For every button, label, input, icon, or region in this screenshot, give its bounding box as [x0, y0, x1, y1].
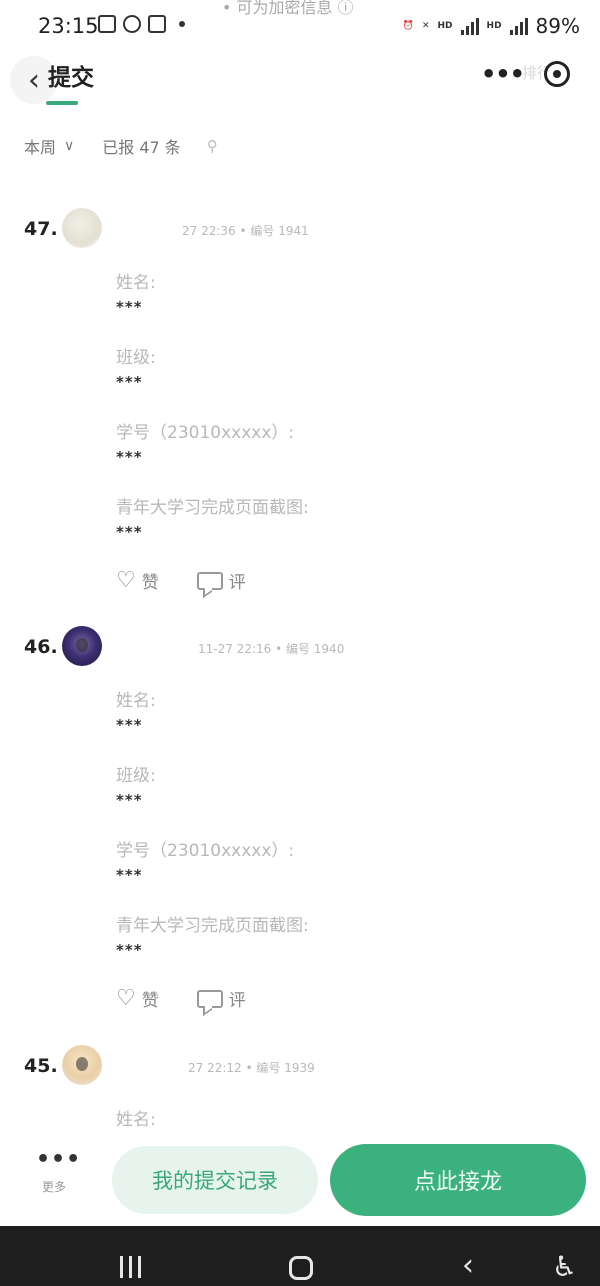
hd-icon-2: HD	[486, 21, 502, 31]
status-right: ⏰ ✕ HD HD 89%	[403, 14, 580, 38]
field-value: ***	[116, 523, 143, 541]
entry-meta: 11-27 22:16 • 编号 1940	[198, 642, 345, 656]
comment-label: 评	[228, 991, 246, 1011]
comment-label: 评	[228, 573, 246, 593]
entry-number: 45.	[24, 1055, 58, 1077]
like-label: 赞	[141, 991, 159, 1011]
tab-submit[interactable]: 提交	[48, 58, 94, 92]
field-label: 学号（23010xxxxx）:	[116, 423, 295, 443]
period-label: 本周	[24, 138, 57, 157]
entry-meta: 27 22:36 • 编号 1941	[182, 224, 309, 238]
entry-number: 46.	[24, 636, 58, 658]
system-nav-bar: ‹ ♿	[0, 1226, 600, 1286]
like-label: 赞	[141, 573, 159, 593]
close-target-icon[interactable]	[544, 61, 570, 87]
like-button[interactable]: ♡ 赞	[116, 986, 159, 1011]
submission-count: 已报 47 条	[102, 138, 181, 157]
field-student-id: 学号（23010xxxxx）: ***	[116, 422, 309, 497]
field-name: 姓名: ***	[116, 272, 309, 347]
gallery-icon	[98, 15, 116, 33]
entry-actions: ♡ 赞 评	[116, 568, 246, 593]
field-value: ***	[116, 791, 143, 809]
status-notice: • 可为加密信息 ⓘ	[222, 0, 354, 17]
status-left-icons	[98, 15, 185, 33]
period-dropdown[interactable]: 本周 ∨	[24, 134, 74, 158]
field-label: 班级:	[116, 766, 156, 786]
field-screenshot: 青年大学习完成页面截图: ***	[116, 915, 309, 990]
person-icon[interactable]: ⚲	[207, 137, 218, 155]
chevron-down-icon: ∨	[64, 138, 75, 154]
field-class: 班级: ***	[116, 765, 309, 840]
avatar[interactable]	[62, 1045, 102, 1085]
signal-icon	[460, 17, 479, 35]
field-label: 青年大学习完成页面截图:	[116, 498, 309, 518]
field-value: ***	[116, 373, 143, 391]
field-value: ***	[116, 866, 143, 884]
my-records-button[interactable]: 我的提交记录	[112, 1146, 318, 1214]
field-label: 姓名:	[116, 273, 156, 293]
entry-fields: 姓名: *** 班级: *** 学号（23010xxxxx）: *** 青年大学…	[116, 272, 309, 572]
status-time: 23:15	[38, 14, 99, 38]
minus-circle-icon	[123, 15, 141, 33]
entry-number: 47.	[24, 218, 58, 240]
filter-row: 本周 ∨ 已报 47 条 ⚲	[24, 134, 218, 158]
header: ‹ 提交 排行 •••	[0, 52, 600, 110]
field-name: 姓名: ***	[116, 690, 309, 765]
more-button[interactable]: ••• 更多	[36, 1147, 82, 1195]
field-class: 班级: ***	[116, 347, 309, 422]
heart-icon: ♡	[116, 567, 136, 593]
field-label: 班级:	[116, 348, 156, 368]
battery-level: 89%	[535, 14, 580, 38]
more-dots-icon: •••	[36, 1147, 82, 1172]
home-icon[interactable]	[289, 1256, 313, 1280]
field-value: ***	[116, 298, 143, 316]
field-label: 青年大学习完成页面截图:	[116, 916, 309, 936]
mute-icon: ✕	[421, 21, 430, 31]
comment-button[interactable]: 评	[196, 986, 246, 1011]
comment-icon	[196, 989, 223, 1008]
field-value: ***	[116, 448, 143, 466]
heart-icon: ♡	[116, 985, 136, 1011]
like-button[interactable]: ♡ 赞	[116, 568, 159, 593]
comment-icon	[196, 571, 223, 590]
back-nav-icon[interactable]: ‹	[462, 1248, 474, 1283]
status-bar: 23:15 • 可为加密信息 ⓘ ⏰ ✕ HD HD 89%	[0, 0, 600, 52]
field-label: 姓名:	[116, 1110, 156, 1130]
field-student-id: 学号（23010xxxxx）: ***	[116, 840, 309, 915]
field-value: ***	[116, 941, 143, 959]
avatar[interactable]	[62, 208, 102, 248]
field-label: 学号（23010xxxxx）:	[116, 841, 295, 861]
comment-button[interactable]: 评	[196, 568, 246, 593]
entry-fields: 姓名: *** 班级: *** 学号（23010xxxxx）: *** 青年大学…	[116, 690, 309, 990]
recent-apps-icon[interactable]	[120, 1256, 141, 1278]
bottom-action-bar: ••• 更多 我的提交记录 点此接龙	[0, 1140, 600, 1226]
signal-icon-2	[509, 17, 528, 35]
more-options-icon[interactable]: •••	[481, 60, 525, 88]
dot-icon	[179, 21, 185, 27]
field-screenshot: 青年大学习完成页面截图: ***	[116, 497, 309, 572]
hd-icon: HD	[437, 21, 453, 31]
field-label: 姓名:	[116, 691, 156, 711]
join-button[interactable]: 点此接龙	[330, 1144, 586, 1216]
app-notification-icon	[148, 15, 166, 33]
chevron-left-icon: ‹	[28, 62, 40, 98]
more-label: 更多	[41, 1180, 66, 1194]
field-value: ***	[116, 716, 143, 734]
entry-actions: ♡ 赞 评	[116, 986, 246, 1011]
header-actions: •••	[481, 60, 570, 88]
entry-meta: 27 22:12 • 编号 1939	[188, 1061, 315, 1075]
alarm-icon: ⏰	[402, 21, 414, 31]
accessibility-icon[interactable]: ♿	[552, 1250, 577, 1283]
tab-underline	[46, 101, 78, 105]
avatar[interactable]	[62, 626, 102, 666]
